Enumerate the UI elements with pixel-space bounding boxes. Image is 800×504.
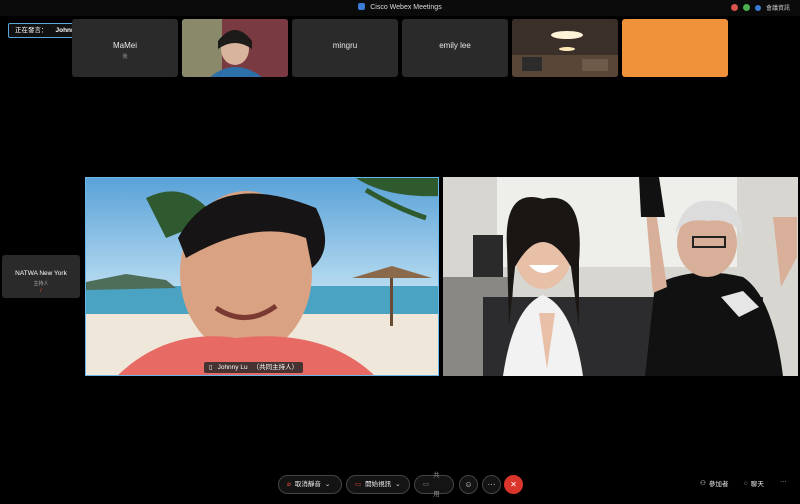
participant-video-large[interactable] — [443, 177, 798, 376]
participants-label: 參加者 — [708, 481, 729, 488]
participant-name: emily lee — [439, 41, 471, 50]
participant-thumbnail[interactable]: emily lee — [402, 19, 508, 77]
share-button[interactable]: ▭ 共用 — [414, 472, 454, 498]
unmute-button[interactable]: ⌀ 取消靜音 ⌄ — [278, 475, 342, 494]
window-title-text: Cisco Webex Meetings — [370, 4, 442, 11]
chat-button[interactable]: ◌ 聊天 — [744, 478, 764, 489]
info-icon — [754, 4, 761, 11]
main-video-active-speaker[interactable]: ▯ Johnny Lu （共同主持人） — [85, 177, 439, 376]
person-icon: ⚇ — [700, 480, 706, 487]
side-participant-tile[interactable]: NATWA New York 主持人 / — [2, 255, 80, 298]
record-indicator-icon[interactable] — [730, 4, 738, 11]
speaker-video-feed — [86, 178, 438, 375]
unmute-label: 取消靜音 — [294, 481, 321, 488]
more-options-button[interactable]: ··· — [482, 475, 501, 494]
speaker-role: （共同主持人） — [252, 364, 299, 371]
more-icon: ··· — [780, 478, 787, 485]
title-bar-controls: 會議資訊 — [730, 3, 790, 12]
participant-thumbnail-video[interactable] — [182, 19, 288, 77]
meeting-controls-toolbar: ⌀ 取消靜音 ⌄ ▭ 開始視訊 ⌄ ▭ 共用 ☺ ··· ✕ ⚇ 參加者 ◌ 聊… — [0, 472, 800, 498]
participant-name: MaMei — [112, 41, 137, 50]
chevron-down-icon[interactable]: ⌄ — [395, 475, 400, 494]
muted-mic-icon: ⌀ — [287, 481, 291, 488]
participant-thumbnail[interactable]: MaMei 我 — [72, 19, 178, 77]
speaker-name: Johnny Lu — [217, 364, 248, 371]
overflow-menu-button[interactable]: ··· — [780, 478, 787, 485]
active-speaker-prefix: 正在發言： — [15, 27, 48, 34]
close-icon: ✕ — [510, 480, 517, 489]
more-icon: ··· — [487, 480, 496, 489]
participant-video-feed — [182, 19, 288, 77]
chat-label: 聊天 — [750, 481, 764, 488]
participant-thumbnail-video[interactable] — [512, 19, 618, 77]
reactions-button[interactable]: ☺ — [459, 475, 478, 494]
participant-thumbnail-placeholder[interactable] — [622, 19, 728, 77]
speaker-name-tag: ▯ Johnny Lu （共同主持人） — [204, 362, 304, 373]
smiley-icon: ☺ — [464, 480, 473, 489]
participant-self-label: 我 — [122, 54, 128, 60]
security-shield-icon[interactable] — [742, 4, 750, 11]
chevron-down-icon[interactable]: ⌄ — [325, 475, 330, 494]
start-video-button[interactable]: ▭ 開始視訊 ⌄ — [346, 475, 410, 494]
share-screen-icon: ▭ — [423, 481, 430, 488]
window-title: Cisco Webex Meetings — [0, 3, 800, 11]
start-video-label: 開始視訊 — [365, 481, 392, 488]
participant-role: 主持人 — [33, 281, 49, 287]
participant-name: NATWA New York — [15, 270, 67, 277]
video-off-icon: ▭ — [355, 481, 362, 488]
device-icon: ▯ — [209, 364, 213, 371]
participant-video-feed — [443, 177, 798, 376]
meeting-info-button[interactable]: 會議資訊 — [766, 3, 790, 12]
webex-logo-icon — [358, 3, 366, 10]
participant-name: mingru — [332, 41, 358, 50]
participant-thumbnail[interactable]: mingru — [292, 19, 398, 77]
participant-video-feed — [512, 19, 618, 77]
muted-mic-icon: / — [40, 288, 42, 294]
participants-button[interactable]: ⚇ 參加者 — [700, 478, 728, 488]
share-label: 共用 — [433, 471, 440, 498]
title-bar: Cisco Webex Meetings 會議資訊 — [0, 0, 800, 16]
leave-meeting-button[interactable]: ✕ — [504, 475, 523, 494]
chat-bubble-icon: ◌ — [744, 479, 748, 487]
